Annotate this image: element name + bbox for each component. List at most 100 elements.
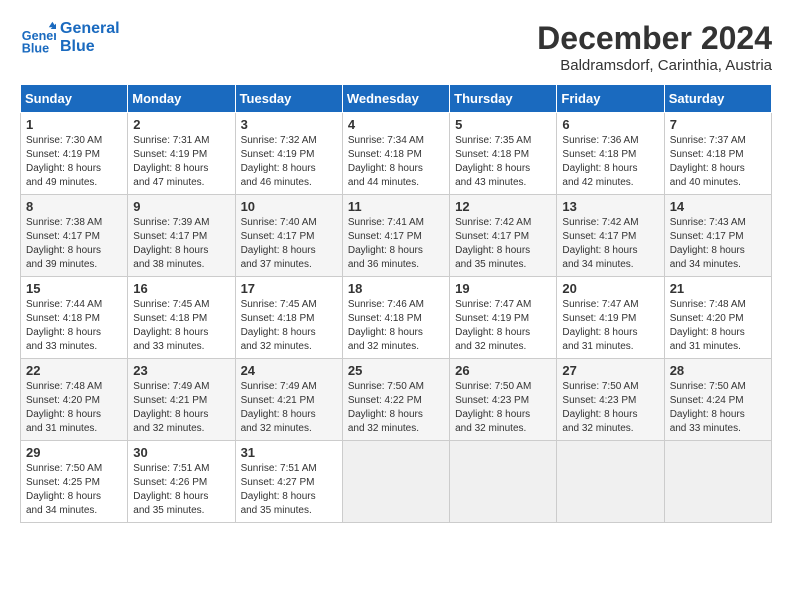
header-tuesday: Tuesday [235, 85, 342, 113]
day-info: Sunrise: 7:51 AM Sunset: 4:27 PM Dayligh… [241, 462, 337, 518]
day-info: Sunrise: 7:49 AM Sunset: 4:21 PM Dayligh… [133, 380, 229, 436]
day-number: 22 [26, 363, 122, 378]
day-number: 14 [670, 199, 766, 214]
day-number: 21 [670, 281, 766, 296]
day-number: 31 [241, 445, 337, 460]
day-number: 7 [670, 117, 766, 132]
header-friday: Friday [557, 85, 664, 113]
day-number: 24 [241, 363, 337, 378]
day-number: 30 [133, 445, 229, 460]
table-row: 24 Sunrise: 7:49 AM Sunset: 4:21 PM Dayli… [235, 359, 342, 441]
table-row [557, 441, 664, 523]
table-row: 2 Sunrise: 7:31 AM Sunset: 4:19 PM Daylig… [128, 113, 235, 195]
day-info: Sunrise: 7:43 AM Sunset: 4:17 PM Dayligh… [670, 216, 766, 272]
day-number: 18 [348, 281, 444, 296]
logo: General Blue General Blue [20, 20, 120, 56]
day-info: Sunrise: 7:37 AM Sunset: 4:18 PM Dayligh… [670, 134, 766, 190]
calendar-week-row: 22 Sunrise: 7:48 AM Sunset: 4:20 PM Dayli… [21, 359, 772, 441]
table-row: 3Sunrise: 7:32 AM Sunset: 4:19 PM Daylig… [235, 113, 342, 195]
table-row: 16 Sunrise: 7:45 AM Sunset: 4:18 PM Dayli… [128, 277, 235, 359]
calendar-week-row: 8Sunrise: 7:38 AM Sunset: 4:17 PM Daylig… [21, 195, 772, 277]
day-number: 16 [133, 281, 229, 296]
table-row: 25 Sunrise: 7:50 AM Sunset: 4:22 PM Dayli… [342, 359, 449, 441]
day-info: Sunrise: 7:44 AM Sunset: 4:18 PM Dayligh… [26, 298, 122, 354]
day-number: 13 [562, 199, 658, 214]
table-row: 27Sunrise: 7:50 AM Sunset: 4:23 PM Dayli… [557, 359, 664, 441]
page-header: General Blue General Blue December 2024 … [20, 20, 772, 74]
calendar-week-row: 15 Sunrise: 7:44 AM Sunset: 4:18 PM Dayli… [21, 277, 772, 359]
table-row: 23 Sunrise: 7:49 AM Sunset: 4:21 PM Dayli… [128, 359, 235, 441]
day-info: Sunrise: 7:45 AM Sunset: 4:18 PM Dayligh… [133, 298, 229, 354]
svg-text:Blue: Blue [22, 41, 49, 55]
month-title: December 2024 [537, 20, 772, 57]
table-row: 1 Sunrise: 7:30 AM Sunset: 4:19 PM Daylig… [21, 113, 128, 195]
header-thursday: Thursday [450, 85, 557, 113]
day-info: Sunrise: 7:48 AM Sunset: 4:20 PM Dayligh… [26, 380, 122, 436]
day-number: 23 [133, 363, 229, 378]
table-row: 13Sunrise: 7:42 AM Sunset: 4:17 PM Dayli… [557, 195, 664, 277]
table-row: 18 Sunrise: 7:46 AM Sunset: 4:18 PM Dayli… [342, 277, 449, 359]
table-row: 4Sunrise: 7:34 AM Sunset: 4:18 PM Daylig… [342, 113, 449, 195]
table-row: 11 Sunrise: 7:41 AM Sunset: 4:17 PM Dayli… [342, 195, 449, 277]
day-info: Sunrise: 7:41 AM Sunset: 4:17 PM Dayligh… [348, 216, 444, 272]
day-number: 6 [562, 117, 658, 132]
day-info: Sunrise: 7:30 AM Sunset: 4:19 PM Dayligh… [26, 134, 122, 190]
day-number: 11 [348, 199, 444, 214]
table-row: 10 Sunrise: 7:40 AM Sunset: 4:17 PM Dayli… [235, 195, 342, 277]
title-block: December 2024 Baldramsdorf, Carinthia, A… [537, 20, 772, 74]
day-info: Sunrise: 7:51 AM Sunset: 4:26 PM Dayligh… [133, 462, 229, 518]
day-info: Sunrise: 7:45 AM Sunset: 4:18 PM Dayligh… [241, 298, 337, 354]
header-sunday: Sunday [21, 85, 128, 113]
day-number: 5 [455, 117, 551, 132]
table-row: 26Sunrise: 7:50 AM Sunset: 4:23 PM Dayli… [450, 359, 557, 441]
logo-icon: General Blue [20, 20, 56, 56]
days-header-row: Sunday Monday Tuesday Wednesday Thursday… [21, 85, 772, 113]
day-info: Sunrise: 7:34 AM Sunset: 4:18 PM Dayligh… [348, 134, 444, 190]
day-number: 29 [26, 445, 122, 460]
day-info: Sunrise: 7:31 AM Sunset: 4:19 PM Dayligh… [133, 134, 229, 190]
day-number: 15 [26, 281, 122, 296]
day-number: 2 [133, 117, 229, 132]
table-row: 29 Sunrise: 7:50 AM Sunset: 4:25 PM Dayli… [21, 441, 128, 523]
logo-line1: General [60, 20, 120, 38]
day-info: Sunrise: 7:42 AM Sunset: 4:17 PM Dayligh… [455, 216, 551, 272]
day-info: Sunrise: 7:46 AM Sunset: 4:18 PM Dayligh… [348, 298, 444, 354]
day-info: Sunrise: 7:39 AM Sunset: 4:17 PM Dayligh… [133, 216, 229, 272]
day-info: Sunrise: 7:49 AM Sunset: 4:21 PM Dayligh… [241, 380, 337, 436]
location-title: Baldramsdorf, Carinthia, Austria [537, 57, 772, 74]
table-row: 30 Sunrise: 7:51 AM Sunset: 4:26 PM Dayli… [128, 441, 235, 523]
table-row: 22 Sunrise: 7:48 AM Sunset: 4:20 PM Dayli… [21, 359, 128, 441]
table-row: 6 Sunrise: 7:36 AM Sunset: 4:18 PM Daylig… [557, 113, 664, 195]
day-info: Sunrise: 7:50 AM Sunset: 4:22 PM Dayligh… [348, 380, 444, 436]
header-wednesday: Wednesday [342, 85, 449, 113]
calendar-week-row: 29 Sunrise: 7:50 AM Sunset: 4:25 PM Dayli… [21, 441, 772, 523]
table-row: 12Sunrise: 7:42 AM Sunset: 4:17 PM Dayli… [450, 195, 557, 277]
day-info: Sunrise: 7:50 AM Sunset: 4:25 PM Dayligh… [26, 462, 122, 518]
table-row [450, 441, 557, 523]
day-info: Sunrise: 7:36 AM Sunset: 4:18 PM Dayligh… [562, 134, 658, 190]
table-row: 21Sunrise: 7:48 AM Sunset: 4:20 PM Dayli… [664, 277, 771, 359]
table-row: 8Sunrise: 7:38 AM Sunset: 4:17 PM Daylig… [21, 195, 128, 277]
day-number: 1 [26, 117, 122, 132]
header-saturday: Saturday [664, 85, 771, 113]
calendar-table: Sunday Monday Tuesday Wednesday Thursday… [20, 84, 772, 523]
day-number: 10 [241, 199, 337, 214]
day-info: Sunrise: 7:47 AM Sunset: 4:19 PM Dayligh… [562, 298, 658, 354]
day-number: 25 [348, 363, 444, 378]
calendar-week-row: 1 Sunrise: 7:30 AM Sunset: 4:19 PM Daylig… [21, 113, 772, 195]
day-number: 28 [670, 363, 766, 378]
day-number: 3 [241, 117, 337, 132]
day-number: 8 [26, 199, 122, 214]
day-number: 20 [562, 281, 658, 296]
table-row [342, 441, 449, 523]
table-row: 5Sunrise: 7:35 AM Sunset: 4:18 PM Daylig… [450, 113, 557, 195]
day-number: 9 [133, 199, 229, 214]
table-row: 28Sunrise: 7:50 AM Sunset: 4:24 PM Dayli… [664, 359, 771, 441]
table-row: 14 Sunrise: 7:43 AM Sunset: 4:17 PM Dayli… [664, 195, 771, 277]
day-number: 17 [241, 281, 337, 296]
day-info: Sunrise: 7:40 AM Sunset: 4:17 PM Dayligh… [241, 216, 337, 272]
table-row: 9 Sunrise: 7:39 AM Sunset: 4:17 PM Daylig… [128, 195, 235, 277]
day-info: Sunrise: 7:47 AM Sunset: 4:19 PM Dayligh… [455, 298, 551, 354]
day-number: 26 [455, 363, 551, 378]
table-row: 7 Sunrise: 7:37 AM Sunset: 4:18 PM Daylig… [664, 113, 771, 195]
